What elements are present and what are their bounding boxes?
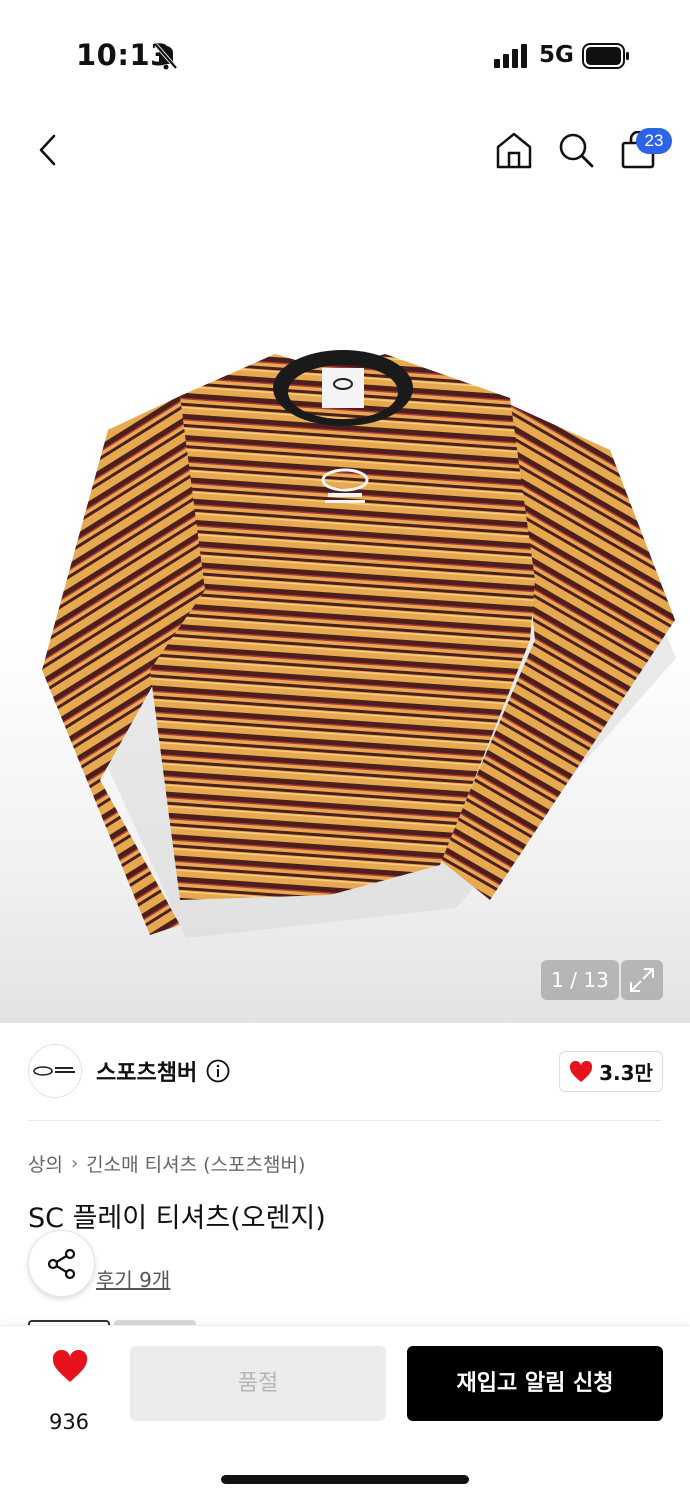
chevron-right-icon: › [70,1153,79,1174]
sport-chamber-logo [33,1066,75,1076]
home-button[interactable] [490,120,538,180]
status-bar: 10:13 5G [0,0,690,110]
brand-logo[interactable] [28,1044,82,1098]
product-title: SC 플레이 티셔츠(오렌지) [28,1203,326,1234]
brand-name[interactable]: 스포츠챔버 [96,1055,197,1087]
wishlist-button[interactable]: 936 [30,1348,108,1434]
signal-icon [494,44,527,68]
share-button[interactable] [28,1230,95,1297]
divider [28,1120,662,1121]
image-page-counter: 1 / 13 [541,960,619,1000]
reviews-link[interactable]: 후기 9개 [96,1264,170,1293]
bottom-action-bar: 936 품절 재입고 알림 신청 [0,1325,690,1500]
heart-icon [52,1350,88,1382]
brand-row: 스포츠챔버 3.3만 [0,1040,690,1120]
home-icon [496,132,532,169]
share-icon [47,1248,75,1279]
top-navigation [0,120,690,184]
home-indicator [221,1475,469,1484]
wishlist-count: 936 [48,1410,90,1434]
cart-count-badge: 23 [636,128,672,154]
breadcrumb: 상의 › 긴소매 티셔츠 (스포츠챔버) [28,1150,305,1177]
network-type: 5G [539,42,574,68]
back-button[interactable] [24,120,72,180]
search-button[interactable] [552,120,600,180]
breadcrumb-subcategory[interactable]: 긴소매 티셔츠 (스포츠챔버) [86,1150,305,1177]
expand-image-button[interactable] [621,960,663,1000]
heart-icon [570,1060,593,1082]
brand-like-count: 3.3만 [599,1061,653,1085]
brand-like-button[interactable]: 3.3만 [559,1051,663,1092]
info-icon[interactable] [206,1059,230,1083]
back-arrow-icon [39,134,56,166]
search-icon [559,133,594,168]
product-image [42,350,676,938]
bell-off-icon [154,43,178,70]
expand-icon [630,968,654,992]
restock-alert-button[interactable]: 재입고 알림 신청 [407,1346,663,1421]
breadcrumb-category[interactable]: 상의 [28,1150,63,1177]
battery-icon [582,43,629,69]
soldout-button: 품절 [130,1346,386,1421]
